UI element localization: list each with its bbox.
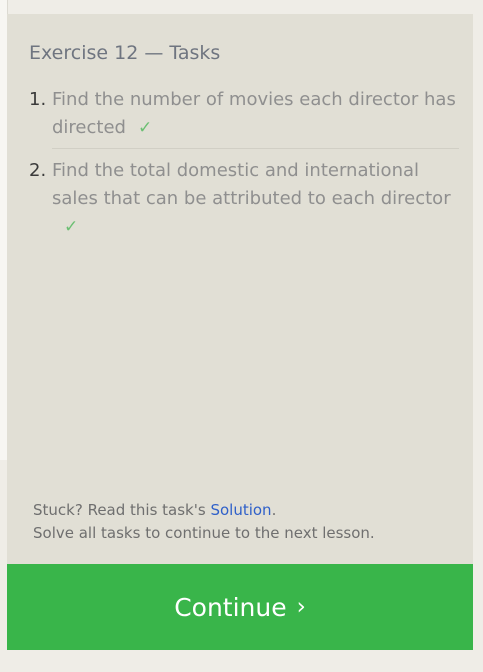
check-icon: ✓: [137, 118, 153, 138]
task-text: Find the number of movies each director …: [52, 89, 456, 138]
task-text-wrap: Find the total domestic and internationa…: [52, 157, 459, 247]
continue-label: Continue: [174, 592, 287, 622]
stuck-prefix: Stuck? Read this task's: [33, 501, 211, 519]
task-text: Find the total domestic and internationa…: [52, 160, 451, 209]
chevron-right-icon: ›: [296, 594, 306, 620]
continue-button[interactable]: Continue ›: [7, 564, 473, 650]
solution-link[interactable]: Solution: [210, 501, 271, 519]
task-text-wrap: Find the number of movies each director …: [52, 86, 459, 149]
task-list: 1. Find the number of movies each direct…: [29, 86, 459, 255]
continue-hint: Solve all tasks to continue to the next …: [33, 524, 375, 542]
exercise-label: Exercise 12: [29, 42, 139, 64]
task-item: 2. Find the total domestic and internati…: [29, 157, 459, 247]
left-edge-bottom: [0, 460, 7, 672]
tasks-panel: Exercise 12 — Tasks 1. Find the number o…: [7, 14, 473, 564]
stuck-line: Stuck? Read this task's Solution.: [33, 499, 375, 522]
footer-text: Stuck? Read this task's Solution. Solve …: [33, 499, 375, 545]
task-number: 1.: [29, 89, 47, 110]
title-separator: —: [144, 42, 164, 64]
stuck-suffix: .: [271, 501, 277, 519]
task-number: 2.: [29, 160, 47, 181]
right-edge: [473, 0, 483, 672]
tasks-label: Tasks: [169, 42, 221, 64]
check-icon: ✓: [64, 217, 79, 237]
task-item: 1. Find the number of movies each direct…: [29, 86, 459, 149]
panel-title: Exercise 12 — Tasks: [29, 42, 220, 64]
